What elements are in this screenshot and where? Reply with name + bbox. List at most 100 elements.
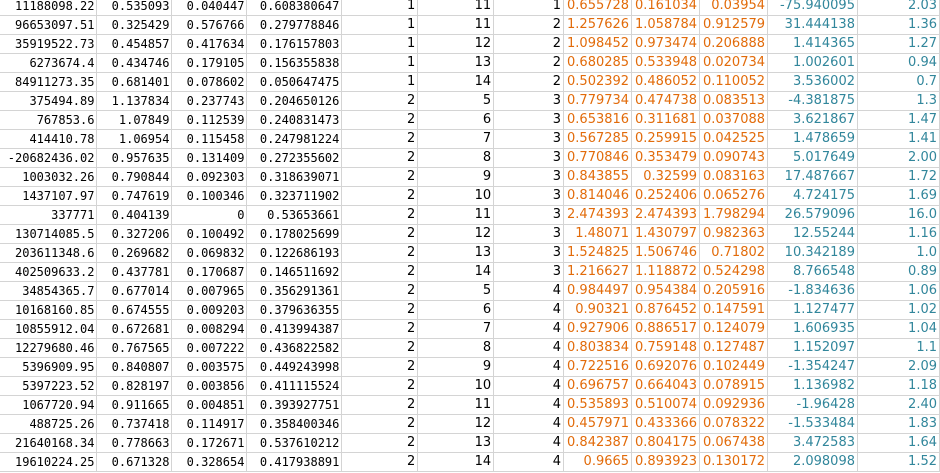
cell-col-l[interactable]: 1.0: [857, 243, 940, 263]
cell-col-k[interactable]: -1.834636: [767, 281, 858, 301]
cell-col-a[interactable]: 11188098.22: [0, 0, 98, 16]
cell-col-b[interactable]: 0.672681: [96, 319, 173, 339]
cell-col-j[interactable]: 0.124079: [699, 319, 769, 339]
cell-col-f[interactable]: 7: [417, 319, 495, 339]
cell-col-g[interactable]: 3: [493, 91, 565, 111]
cell-col-h[interactable]: 0.567285: [563, 129, 633, 149]
cell-col-e[interactable]: 2: [341, 243, 419, 263]
cell-col-b[interactable]: 0.747619: [96, 186, 173, 206]
cell-col-b[interactable]: 0.327206: [96, 224, 173, 244]
cell-col-d[interactable]: 0.379636355: [246, 300, 343, 320]
cell-col-c[interactable]: 0.170687: [171, 262, 248, 282]
cell-col-k[interactable]: 3.621867: [767, 110, 858, 130]
cell-col-a[interactable]: 84911273.35: [0, 72, 98, 92]
cell-col-a[interactable]: 1003032.26: [0, 167, 98, 187]
cell-col-g[interactable]: 3: [493, 186, 565, 206]
cell-col-c[interactable]: 0.237743: [171, 91, 248, 111]
cell-col-b[interactable]: 0.681401: [96, 72, 173, 92]
cell-col-k[interactable]: 2.098098: [767, 452, 858, 472]
cell-col-i[interactable]: 0.433366: [631, 414, 701, 434]
cell-col-e[interactable]: 2: [341, 110, 419, 130]
cell-col-f[interactable]: 13: [417, 53, 495, 73]
cell-col-h[interactable]: 0.502392: [563, 72, 633, 92]
cell-col-e[interactable]: 2: [341, 186, 419, 206]
cell-col-a[interactable]: 10168160.85: [0, 300, 98, 320]
cell-col-h[interactable]: 1.524825: [563, 243, 633, 263]
cell-col-g[interactable]: 3: [493, 148, 565, 168]
cell-col-i[interactable]: 0.311681: [631, 110, 701, 130]
cell-col-c[interactable]: 0.115458: [171, 129, 248, 149]
cell-col-h[interactable]: 0.779734: [563, 91, 633, 111]
cell-col-l[interactable]: 1.27: [857, 34, 940, 54]
cell-col-g[interactable]: 4: [493, 319, 565, 339]
cell-col-h[interactable]: 0.722516: [563, 357, 633, 377]
cell-col-c[interactable]: 0.004851: [171, 395, 248, 415]
cell-col-j[interactable]: 0.078915: [699, 376, 769, 396]
cell-col-c[interactable]: 0.003575: [171, 357, 248, 377]
cell-col-k[interactable]: 5.017649: [767, 148, 858, 168]
cell-col-j[interactable]: 1.798294: [699, 205, 769, 225]
cell-col-k[interactable]: 1.002601: [767, 53, 858, 73]
cell-col-a[interactable]: 34854365.7: [0, 281, 98, 301]
cell-col-e[interactable]: 2: [341, 414, 419, 434]
cell-col-i[interactable]: 1.118872: [631, 262, 701, 282]
cell-col-l[interactable]: 0.94: [857, 53, 940, 73]
cell-col-g[interactable]: 4: [493, 376, 565, 396]
cell-col-b[interactable]: 0.778663: [96, 433, 173, 453]
cell-col-j[interactable]: 0.102449: [699, 357, 769, 377]
cell-col-k[interactable]: 1.606935: [767, 319, 858, 339]
cell-col-l[interactable]: 1.52: [857, 452, 940, 472]
cell-col-a[interactable]: 10855912.04: [0, 319, 98, 339]
cell-col-j[interactable]: 0.912579: [699, 15, 769, 35]
cell-col-h[interactable]: 0.9665: [563, 452, 633, 472]
cell-col-g[interactable]: 2: [493, 15, 565, 35]
cell-col-j[interactable]: 0.083163: [699, 167, 769, 187]
cell-col-e[interactable]: 2: [341, 395, 419, 415]
cell-col-g[interactable]: 3: [493, 262, 565, 282]
cell-col-k[interactable]: 17.487667: [767, 167, 858, 187]
cell-col-a[interactable]: 375494.89: [0, 91, 98, 111]
cell-col-c[interactable]: 0.007222: [171, 338, 248, 358]
cell-col-f[interactable]: 7: [417, 129, 495, 149]
cell-col-d[interactable]: 0.050647475: [246, 72, 343, 92]
cell-col-d[interactable]: 0.323711902: [246, 186, 343, 206]
cell-col-j[interactable]: 0.110052: [699, 72, 769, 92]
cell-col-l[interactable]: 1.04: [857, 319, 940, 339]
cell-col-k[interactable]: 8.766548: [767, 262, 858, 282]
cell-col-g[interactable]: 2: [493, 34, 565, 54]
cell-col-f[interactable]: 13: [417, 433, 495, 453]
cell-col-k[interactable]: 26.579096: [767, 205, 858, 225]
cell-col-c[interactable]: 0.100346: [171, 186, 248, 206]
cell-col-f[interactable]: 14: [417, 262, 495, 282]
cell-col-b[interactable]: 0.269682: [96, 243, 173, 263]
cell-col-d[interactable]: 0.411115524: [246, 376, 343, 396]
cell-col-a[interactable]: 96653097.51: [0, 15, 98, 35]
cell-col-e[interactable]: 2: [341, 91, 419, 111]
cell-col-a[interactable]: 5397223.52: [0, 376, 98, 396]
cell-col-j[interactable]: 0.147591: [699, 300, 769, 320]
cell-col-f[interactable]: 14: [417, 452, 495, 472]
cell-col-g[interactable]: 1: [493, 0, 565, 16]
cell-col-a[interactable]: -20682436.02: [0, 148, 98, 168]
cell-col-c[interactable]: 0.328654: [171, 452, 248, 472]
cell-col-h[interactable]: 0.90321: [563, 300, 633, 320]
cell-col-i[interactable]: 0.486052: [631, 72, 701, 92]
cell-col-j[interactable]: 0.065276: [699, 186, 769, 206]
cell-col-f[interactable]: 5: [417, 281, 495, 301]
cell-col-f[interactable]: 9: [417, 357, 495, 377]
cell-col-a[interactable]: 1067720.94: [0, 395, 98, 415]
cell-col-c[interactable]: 0.172671: [171, 433, 248, 453]
cell-col-d[interactable]: 0.279778846: [246, 15, 343, 35]
cell-col-l[interactable]: 1.36: [857, 15, 940, 35]
cell-col-a[interactable]: 6273674.4: [0, 53, 98, 73]
cell-col-i[interactable]: 1.506746: [631, 243, 701, 263]
cell-col-e[interactable]: 2: [341, 319, 419, 339]
cell-col-f[interactable]: 12: [417, 34, 495, 54]
cell-col-e[interactable]: 2: [341, 376, 419, 396]
cell-col-d[interactable]: 0.393927751: [246, 395, 343, 415]
cell-col-e[interactable]: 1: [341, 15, 419, 35]
cell-col-e[interactable]: 2: [341, 300, 419, 320]
cell-col-d[interactable]: 0.156355838: [246, 53, 343, 73]
cell-col-d[interactable]: 0.449243998: [246, 357, 343, 377]
cell-col-h[interactable]: 1.098452: [563, 34, 633, 54]
